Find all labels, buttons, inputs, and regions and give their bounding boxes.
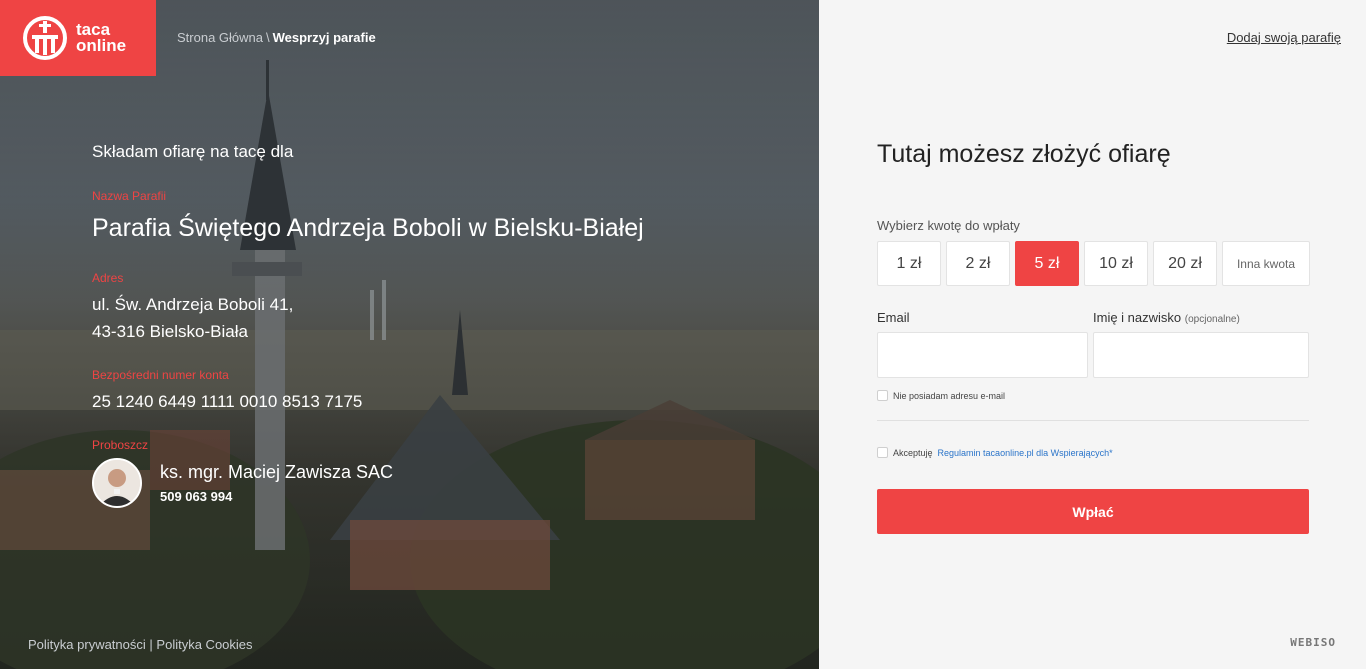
breadcrumb-home-link[interactable]: Strona Główna [177,30,263,45]
add-parish-link[interactable]: Dodaj swoją parafię [1227,30,1341,45]
address-label: Adres [92,271,124,285]
form-title: Tutaj możesz złożyć ofiarę [877,140,1171,168]
account-number: 25 1240 6449 1111 0010 8513 7175 [92,392,363,411]
webiso-logo[interactable]: WEBISO [1290,636,1336,649]
amount-option[interactable]: 1 zł [877,241,941,286]
donation-panel: Dodaj swoją parafię Tutaj możesz złożyć … [820,0,1366,669]
no-email-checkbox[interactable] [877,390,888,401]
parish-name: Parafia Świętego Andrzeja Boboli w Biels… [92,214,644,242]
priest-name: ks. mgr. Maciej Zawisza SAC [160,462,394,482]
logo-text: taca online [76,20,127,55]
breadcrumb: Strona Główna \ Wesprzyj parafie [177,30,376,45]
taca-online-logo[interactable]: taca online [0,0,156,76]
account-label: Bezpośredni numer konta [92,368,229,382]
optional-hint: (opcjonalne) [1184,314,1240,325]
breadcrumb-separator: \ [266,30,270,45]
parish-details: Składam ofiarę na tacę dla Nazwa Parafii… [92,142,644,508]
terms-checkbox[interactable] [877,447,888,458]
divider [877,420,1309,421]
terms-link[interactable]: Regulamin tacaonline.pl dla Wspierającyc… [938,448,1110,458]
priest-avatar [92,458,142,508]
email-label: Email [877,310,910,325]
terms-prefix: Akceptuję [893,447,933,458]
amount-option[interactable]: 2 zł [946,241,1010,286]
other-amount-button[interactable]: Inna kwota [1222,241,1310,286]
name-field[interactable] [1093,332,1309,378]
privacy-policy-link[interactable]: Polityka prywatności [28,637,146,652]
no-email-option: Nie posiadam adresu e-mail [877,390,1005,401]
required-marker: * [1109,447,1113,458]
no-email-label: Nie posiadam adresu e-mail [893,390,1006,401]
church-logo-icon [23,16,67,60]
breadcrumb-current: Wesprzyj parafie [272,30,376,45]
priest-card: ks. mgr. Maciej Zawisza SAC 509 063 994 [92,458,393,508]
amount-option[interactable]: 10 zł [1084,241,1148,286]
intro-text: Składam ofiarę na tacę dla [92,142,294,161]
amount-options: 1 zł 2 zł 5 zł 10 zł 20 zł Inna kwota [877,241,1310,286]
name-label: Imię i nazwisko (opcjonalne) [1093,310,1240,325]
terms-option: Akceptuję Regulamin tacaonline.pl dla Ws… [877,447,1113,458]
parish-name-label: Nazwa Parafii [92,189,167,203]
amount-option[interactable]: 20 zł [1153,241,1217,286]
footer-separator: | [149,637,153,652]
priest-label: Proboszcz [92,438,149,452]
footer-links: Polityka prywatności | Polityka Cookies [28,637,253,652]
amount-label: Wybierz kwotę do wpłaty [877,218,1020,233]
amount-option-selected[interactable]: 5 zł [1015,241,1079,286]
priest-phone: 509 063 994 [160,489,233,504]
parish-address: ul. Św. Andrzeja Boboli 41, 43-316 Biels… [92,291,293,345]
address-line-1: ul. Św. Andrzeja Boboli 41, [92,295,294,314]
cookies-policy-link[interactable]: Polityka Cookies [156,637,252,652]
address-line-2: 43-316 Bielsko-Biała [92,322,248,341]
submit-donation-button[interactable]: Wpłać [877,489,1309,534]
parish-panel: taca online Strona Główna \ Wesprzyj paraf… [0,0,819,669]
email-field[interactable] [877,332,1088,378]
